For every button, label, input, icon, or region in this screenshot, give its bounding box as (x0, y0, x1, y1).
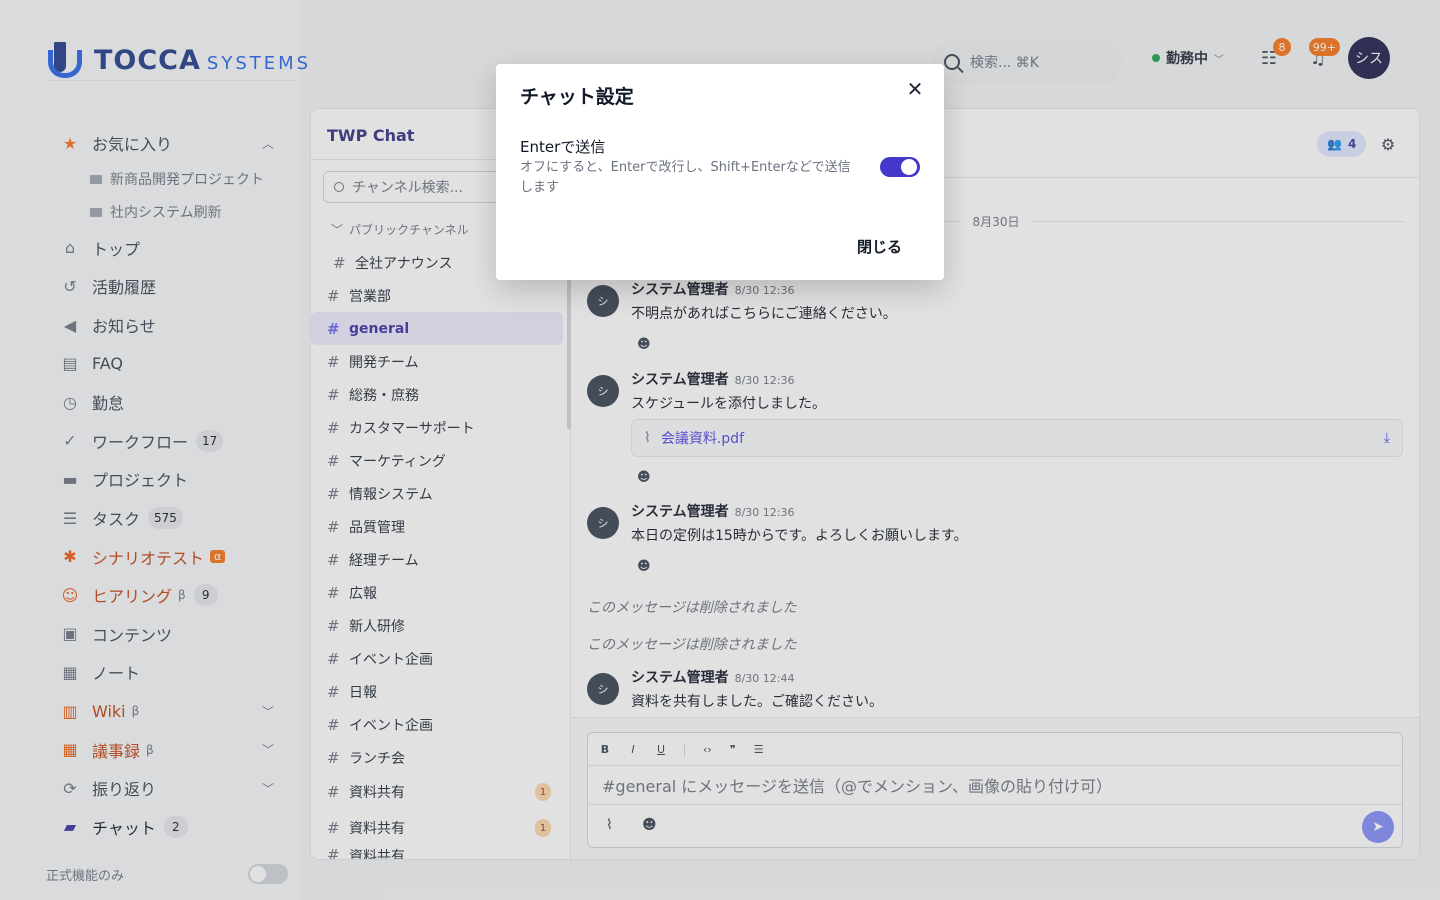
enter-to-send-toggle[interactable] (880, 157, 920, 177)
dialog-title: チャット設定 (520, 86, 634, 108)
enter-to-send-description: オフにすると、Enterで改行し、Shift+Enterなどで送信します (520, 160, 851, 195)
close-icon[interactable]: ✕ (904, 77, 926, 101)
enter-to-send-label: Enterで送信 (520, 138, 606, 156)
chat-settings-dialog: チャット設定 ✕ Enterで送信 オフにすると、Enterで改行し、Shift… (496, 64, 944, 280)
close-button[interactable]: 閉じる (840, 230, 918, 262)
